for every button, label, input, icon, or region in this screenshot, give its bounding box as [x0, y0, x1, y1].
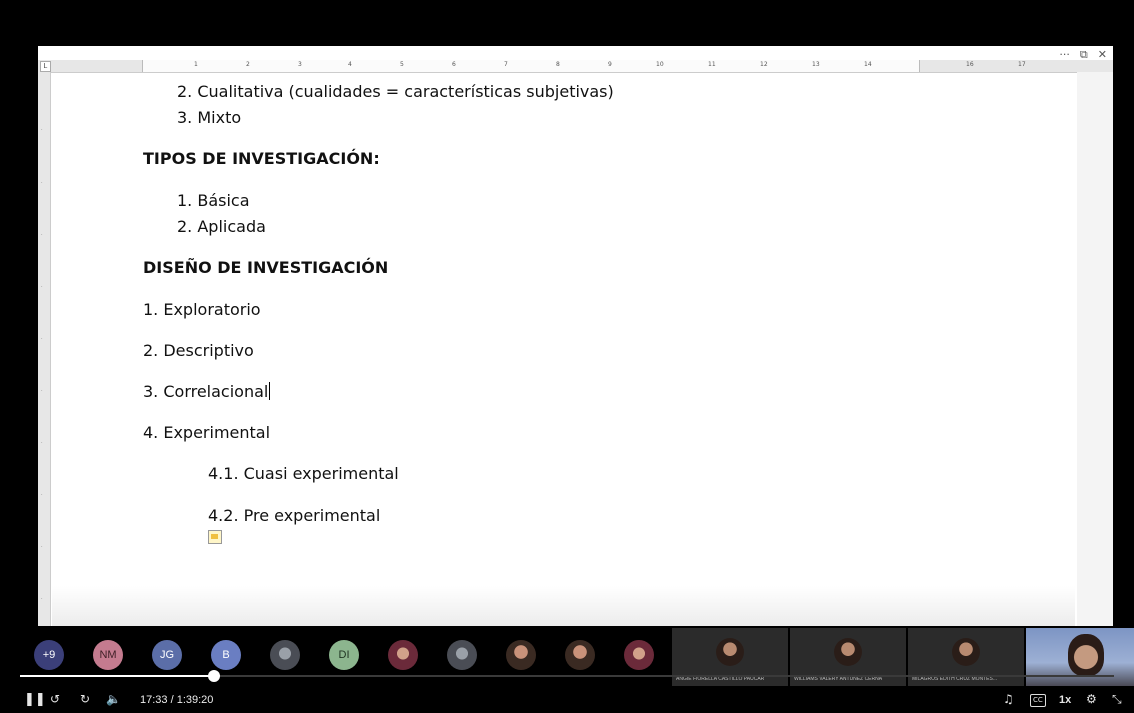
- ruler-number: 5: [400, 61, 404, 68]
- ruler-number: 2: [246, 61, 250, 68]
- list-item-with-cursor: 3. Correlacional: [143, 382, 271, 401]
- paste-options-icon[interactable]: [208, 530, 222, 544]
- forward-10-icon[interactable]: ↻: [80, 692, 90, 706]
- participant-avatar[interactable]: B: [211, 640, 241, 670]
- participant-photo: [716, 638, 744, 666]
- exit-fullscreen-icon[interactable]: ⤡: [1112, 692, 1122, 707]
- participant-photo: [952, 638, 980, 666]
- progress-bar[interactable]: [20, 670, 1114, 682]
- progress-fill: [20, 675, 214, 677]
- list-item-text: 3. Correlacional: [143, 382, 269, 401]
- list-item: 2. Aplicada: [177, 217, 266, 236]
- ruler-number: 8: [556, 61, 560, 68]
- participant-photo-avatar[interactable]: [624, 640, 654, 670]
- progress-handle[interactable]: [207, 670, 220, 682]
- list-item: 4.2. Pre experimental: [208, 506, 381, 525]
- ruler-number: 7: [504, 61, 508, 68]
- participant-photo-avatar[interactable]: [388, 640, 418, 670]
- ruler-number: 13: [812, 61, 820, 68]
- list-item: 4. Experimental: [143, 423, 271, 442]
- pause-icon[interactable]: ❚❚: [24, 692, 46, 707]
- vertical-ruler[interactable]: · · · · · · · · · ·: [38, 72, 51, 626]
- speed-button[interactable]: 1x: [1059, 694, 1071, 706]
- participant-photo: [834, 638, 862, 666]
- volume-icon[interactable]: 🔈: [106, 692, 121, 706]
- ruler-number: 10: [656, 61, 664, 68]
- ruler-number: 16: [966, 61, 974, 68]
- participant-avatar[interactable]: JG: [152, 640, 182, 670]
- heading-diseno: DISEÑO DE INVESTIGACIÓN: [143, 258, 389, 277]
- text-cursor: [269, 382, 271, 400]
- horizontal-ruler[interactable]: 1 2 3 4 5 6 7 8 9 10 11 12 13 14 16 17: [38, 60, 1113, 73]
- page-edge: [52, 586, 1075, 626]
- time-display: 17:33 / 1:39:20: [140, 694, 214, 706]
- ruler-number: 11: [708, 61, 716, 68]
- captions-icon[interactable]: CC: [1030, 694, 1046, 707]
- ruler-number: 9: [608, 61, 612, 68]
- more-participants-button[interactable]: +9: [34, 640, 64, 670]
- speaker-video: [1068, 634, 1104, 676]
- ruler-number: 1: [194, 61, 198, 68]
- list-item: 2. Cualitativa (cualidades = característ…: [177, 82, 614, 101]
- ruler-active-area: [142, 60, 920, 72]
- participant-photo-avatar[interactable]: [565, 640, 595, 670]
- ruler-number: 14: [864, 61, 872, 68]
- document-window: ··· ⧉ ✕ 1 2 3 4 5 6 7 8 9 10 11 12 13 14…: [38, 46, 1113, 626]
- participant-tile[interactable]: MILAGROS EDITH CRUZ MONTES...: [908, 628, 1024, 686]
- audio-track-icon[interactable]: ♫: [1003, 692, 1014, 706]
- ruler-number: 4: [348, 61, 352, 68]
- list-item: 3. Mixto: [177, 108, 242, 127]
- list-item: 2. Descriptivo: [143, 341, 254, 360]
- participant-photo-avatar[interactable]: [506, 640, 536, 670]
- ruler-number: 3: [298, 61, 302, 68]
- participant-photo-avatar[interactable]: [270, 640, 300, 670]
- player-controls: ❚❚ ↺ ↻ 🔈 17:33 / 1:39:20 ♫ CC 1x ⚙ ⤡: [0, 688, 1134, 713]
- scroll-area[interactable]: [1077, 72, 1113, 626]
- rewind-10-icon[interactable]: ↺: [50, 692, 60, 706]
- ruler-number: 17: [1018, 61, 1026, 68]
- ruler-number: 6: [452, 61, 456, 68]
- list-item: 1. Exploratorio: [143, 300, 261, 319]
- participants-strip: +9 NM JG B DI ANGIE FIORELLA CASTILLO PA…: [0, 628, 1134, 686]
- participant-photo-avatar[interactable]: [447, 640, 477, 670]
- ruler-number: 12: [760, 61, 768, 68]
- participant-tile[interactable]: WILLIAMS VALERY ANTUNEZ CERNA: [790, 628, 906, 686]
- list-item: 1. Básica: [177, 191, 250, 210]
- list-item: 4.1. Cuasi experimental: [208, 464, 399, 483]
- tab-selector[interactable]: L: [40, 61, 51, 72]
- participant-avatar[interactable]: DI: [329, 640, 359, 670]
- participant-tile[interactable]: ANGIE FIORELLA CASTILLO PAUCAR: [672, 628, 788, 686]
- settings-gear-icon[interactable]: ⚙: [1086, 692, 1097, 706]
- participant-avatar[interactable]: NM: [93, 640, 123, 670]
- speaker-video-tile[interactable]: [1026, 628, 1134, 686]
- heading-tipos: TIPOS DE INVESTIGACIÓN:: [143, 149, 380, 168]
